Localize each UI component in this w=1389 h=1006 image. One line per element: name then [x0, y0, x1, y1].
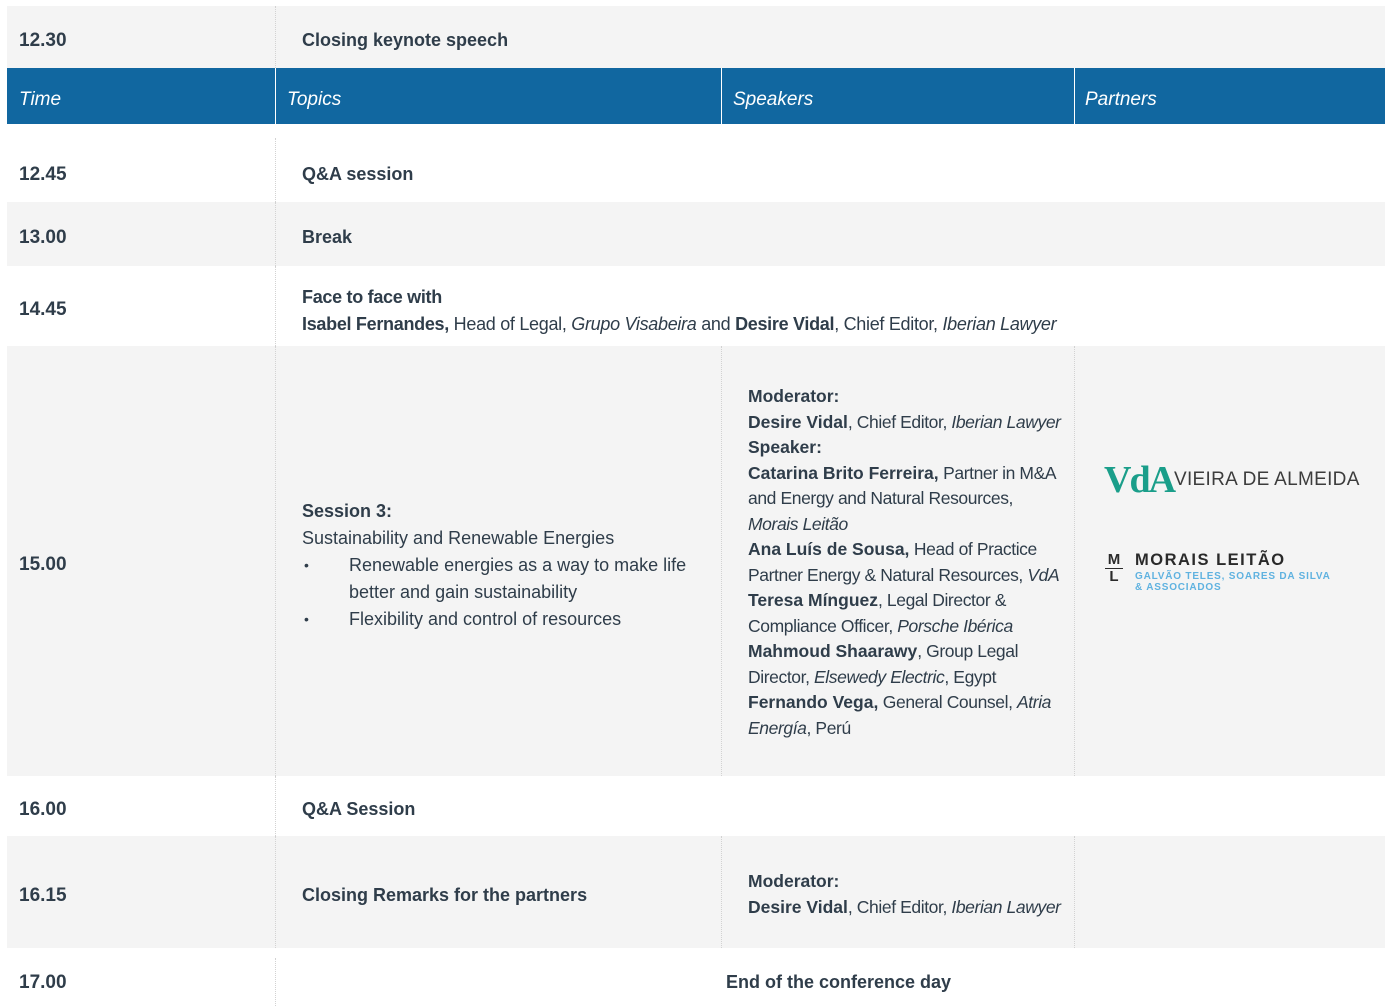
- ml-logo-sub1: GALVÃO TELES, SOARES DA SILVA: [1135, 571, 1331, 582]
- speakers-cell: Moderator: Desire Vidal, Chief Editor, I…: [748, 869, 1078, 920]
- moderator-label: Moderator:: [748, 386, 840, 406]
- time-cell: 12.45: [19, 164, 67, 185]
- face-to-face-title: Face to face with: [302, 287, 442, 307]
- session-topics-list: Renewable energies as a way to make life…: [302, 552, 712, 633]
- topic-cell: Closing keynote speech: [302, 30, 509, 50]
- schedule-row-1600: 16.00 Q&A Session: [7, 776, 1385, 836]
- time-cell: 13.00: [19, 227, 67, 248]
- speaker-entry: Fernando Vega, General Counsel, Atria En…: [748, 692, 1052, 738]
- time-cell: 15.00: [19, 554, 67, 575]
- moderator-entry: Desire Vidal, Chief Editor, Iberian Lawy…: [748, 411, 1061, 432]
- header-topics: Topics: [287, 89, 342, 110]
- moderator-entry: Desire Vidal, Chief Editor, Iberian Lawy…: [748, 896, 1061, 917]
- topic-cell: End of the conference day: [726, 972, 952, 992]
- schedule-row-1445: 14.45 Face to face with Isabel Fernandes…: [7, 266, 1385, 346]
- time-cell: 16.00: [19, 799, 67, 820]
- speaker-entry: Teresa Mínguez, Legal Director & Complia…: [748, 590, 1013, 636]
- time-cell: 12.30: [19, 30, 67, 51]
- schedule-row-1615: 16.15 Closing Remarks for the partners M…: [7, 836, 1385, 948]
- topic-cell: Face to face with Isabel Fernandes, Head…: [302, 284, 1362, 338]
- topic-cell: Closing Remarks for the partners: [302, 885, 588, 905]
- time-cell: 16.15: [19, 885, 67, 906]
- speaker-entry: Mahmoud Shaarawy, Group Legal Director, …: [748, 641, 1019, 687]
- morais-leitao-logo: M L MORAIS LEITÃO GALVÃO TELES, SOARES D…: [1105, 551, 1375, 599]
- time-cell: 17.00: [19, 972, 67, 993]
- ml-logo-mark: M L: [1105, 552, 1123, 584]
- speaker-entry: Ana Luís de Sousa, Head of Practice Part…: [748, 539, 1060, 585]
- speakers-cell: Moderator: Desire Vidal, Chief Editor, I…: [748, 384, 1078, 741]
- moderator-label: Moderator:: [748, 871, 840, 891]
- speaker-label: Speaker:: [748, 437, 822, 457]
- list-item: Renewable energies as a way to make life…: [302, 552, 712, 606]
- schedule-row-1700: 17.00 End of the conference day: [7, 958, 1385, 1006]
- topic-cell: Q&A Session: [302, 799, 416, 819]
- ml-logo-sub2: & ASSOCIADOS: [1135, 582, 1222, 593]
- session-title: Session 3:: [302, 501, 393, 521]
- vda-logo-mark: VdA: [1104, 459, 1176, 501]
- schedule-row-1300: 13.00 Break: [7, 202, 1385, 266]
- vda-logo-name: VIEIRA DE ALMEIDA: [1174, 469, 1360, 490]
- face-to-face-guests: Isabel Fernandes, Head of Legal, Grupo V…: [302, 314, 1057, 334]
- topic-cell: Q&A session: [302, 164, 414, 184]
- vda-logo: VdA VIEIRA DE ALMEIDA: [1104, 461, 1364, 499]
- ml-logo-name: MORAIS LEITÃO: [1135, 551, 1286, 569]
- schedule-row-1230: 12.30 Closing keynote speech: [7, 6, 1385, 68]
- table-header: Time Topics Speakers Partners: [7, 68, 1385, 124]
- session-cell: Session 3: Sustainability and Renewable …: [302, 498, 712, 633]
- schedule-row-1500: 15.00 Session 3: Sustainability and Rene…: [7, 346, 1385, 776]
- session-subtitle: Sustainability and Renewable Energies: [302, 528, 615, 548]
- topic-cell: Break: [302, 227, 353, 247]
- list-item: Flexibility and control of resources: [302, 606, 712, 633]
- header-partners: Partners: [1085, 89, 1157, 110]
- header-speakers: Speakers: [733, 89, 814, 110]
- speaker-entry: Catarina Brito Ferreira, Partner in M&A …: [748, 462, 1056, 534]
- time-cell: 14.45: [19, 299, 67, 320]
- header-time: Time: [19, 89, 62, 110]
- schedule-row-1245: 12.45 Q&A session: [7, 138, 1385, 202]
